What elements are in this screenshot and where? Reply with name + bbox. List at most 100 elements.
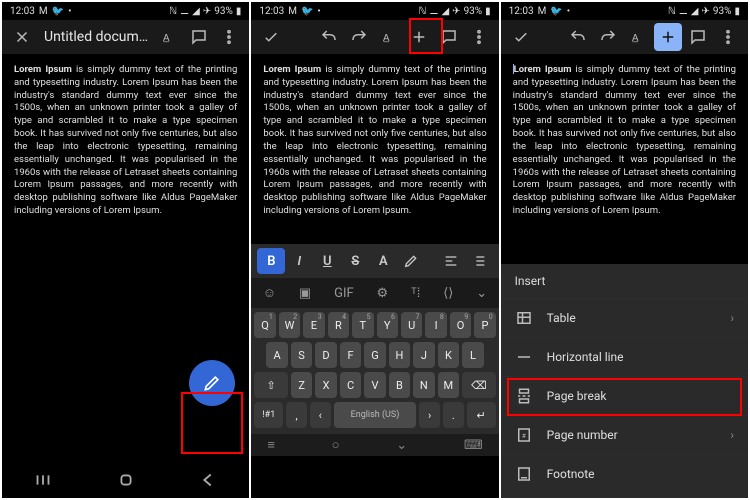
key-c[interactable]: C (340, 372, 361, 398)
app-bar: A̲ (501, 20, 748, 54)
key-i[interactable]: I8 (425, 312, 446, 338)
lang-right-icon[interactable]: › (419, 402, 440, 428)
underline-button[interactable]: U (313, 248, 341, 274)
more-icon[interactable] (465, 23, 493, 51)
symbols-key[interactable]: !#1 (254, 402, 283, 428)
period-key[interactable]: . (443, 402, 464, 428)
text-format-icon[interactable]: A̲ (155, 23, 183, 51)
emoji-icon[interactable]: ☺ (263, 285, 276, 301)
shift-key[interactable]: ⇧ (254, 372, 288, 398)
undo-icon[interactable] (564, 23, 592, 51)
nav-back[interactable] (197, 469, 219, 491)
bold-button[interactable]: B (257, 248, 285, 274)
key-e[interactable]: E3 (303, 312, 324, 338)
status-bar: 12:03 M 🐦 • ℕ ⚊ ◢ ✈ 93% ▮ (501, 2, 748, 20)
done-check-icon[interactable] (507, 23, 535, 51)
insert-plus-icon[interactable] (405, 23, 433, 51)
insert-item-horizontal-line[interactable]: Horizontal line (501, 337, 748, 376)
key-j[interactable]: J (413, 342, 434, 368)
comment-icon[interactable] (185, 23, 213, 51)
text-format-icon[interactable]: A̲ (624, 23, 652, 51)
key-a[interactable]: A (266, 342, 287, 368)
status-time: 12:03 (10, 6, 35, 17)
nav-keyboard-hide[interactable]: ⌄ (396, 438, 407, 453)
svg-text:A̲: A̲ (632, 33, 639, 44)
chevron-right-icon: › (730, 428, 734, 442)
more-icon[interactable] (215, 23, 243, 51)
key-p[interactable]: P0 (474, 312, 495, 338)
key-n[interactable]: N (413, 372, 434, 398)
comment-icon[interactable] (684, 23, 712, 51)
table-icon (515, 309, 533, 327)
phone-panel-2: 12:03 M 🐦 • ℕ ⚊ ◢ ✈ 93% ▮ A̲ (251, 2, 498, 498)
key-r[interactable]: R4 (328, 312, 349, 338)
key-g[interactable]: G (364, 342, 385, 368)
doc-title[interactable]: Untitled docum… (38, 29, 153, 45)
key-q[interactable]: Q1 (254, 312, 275, 338)
insert-item-table[interactable]: Table› (501, 298, 748, 337)
lang-left-icon[interactable]: ‹ (310, 402, 331, 428)
status-left: 12:03 M 🐦 • (509, 6, 570, 17)
nav-recents[interactable] (32, 469, 54, 491)
nav-keyboard-switch[interactable]: ⌨ (464, 438, 483, 453)
enter-key[interactable]: ↵ (467, 402, 496, 428)
insert-plus-icon[interactable] (654, 23, 682, 51)
insert-item-page-break[interactable]: Page break (501, 376, 748, 415)
key-l[interactable]: L (462, 342, 483, 368)
space-key[interactable]: English (US) (334, 402, 417, 428)
footnote-icon (515, 465, 533, 483)
done-check-icon[interactable] (257, 23, 285, 51)
key-v[interactable]: V (364, 372, 385, 398)
key-y[interactable]: Y6 (377, 312, 398, 338)
insert-item-page-number[interactable]: #Page number› (501, 415, 748, 454)
status-battery-icon: ▮ (236, 6, 242, 17)
key-z[interactable]: Z (291, 372, 312, 398)
settings-icon[interactable]: ⚙ (377, 286, 389, 301)
key-x[interactable]: X (315, 372, 336, 398)
status-icon-dot: • (317, 6, 320, 17)
text-format-icon[interactable]: A̲ (375, 23, 403, 51)
document-body[interactable]: Lorem Ipsum is simply dummy text of the … (251, 54, 498, 244)
sticker-icon[interactable]: ▣ (299, 286, 311, 301)
key-k[interactable]: K (438, 342, 459, 368)
document-body[interactable]: Lorem Ipsum is simply dummy text of the … (501, 54, 748, 264)
expand-icon[interactable]: ⟨⟩ (443, 286, 453, 301)
edit-fab[interactable] (189, 360, 235, 406)
more-icon[interactable] (714, 23, 742, 51)
translate-icon[interactable]: ᵀ⁞ (411, 285, 420, 301)
highlight-color-button[interactable] (397, 248, 425, 274)
key-f[interactable]: F (340, 342, 361, 368)
key-h[interactable]: H (389, 342, 410, 368)
insert-item-footnote[interactable]: Footnote (501, 454, 748, 493)
nav-recents[interactable]: ≡ (267, 437, 275, 453)
key-u[interactable]: U7 (401, 312, 422, 338)
align-button[interactable] (437, 248, 465, 274)
undo-icon[interactable] (315, 23, 343, 51)
key-d[interactable]: D (315, 342, 336, 368)
key-m[interactable]: M (438, 372, 459, 398)
key-w[interactable]: W2 (279, 312, 300, 338)
list-button[interactable] (465, 248, 493, 274)
italic-button[interactable]: I (285, 248, 313, 274)
redo-icon[interactable] (594, 23, 622, 51)
redo-icon[interactable] (345, 23, 373, 51)
gif-icon[interactable]: GIF (334, 286, 354, 301)
status-time: 12:03 (509, 6, 534, 17)
key-t[interactable]: T5 (352, 312, 373, 338)
key-s[interactable]: S (291, 342, 312, 368)
insert-item-label: Table (547, 311, 576, 325)
svg-text:A̲: A̲ (383, 33, 390, 44)
backspace-key[interactable]: ⌫ (462, 372, 496, 398)
text-color-button[interactable]: A (369, 248, 397, 274)
nav-home[interactable] (115, 469, 137, 491)
key-o[interactable]: O9 (450, 312, 471, 338)
comma-key[interactable]: , (286, 402, 307, 428)
document-body[interactable]: Lorem Ipsum is simply dummy text of the … (2, 54, 249, 462)
key-row-4: !#1 , ‹ English (US) › . ↵ (254, 402, 495, 428)
close-icon[interactable] (8, 23, 36, 51)
strikethrough-button[interactable]: S (341, 248, 369, 274)
key-b[interactable]: B (389, 372, 410, 398)
chevron-down-icon[interactable]: ⌄ (476, 286, 487, 301)
nav-home[interactable]: ○ (332, 437, 340, 453)
comment-icon[interactable] (435, 23, 463, 51)
